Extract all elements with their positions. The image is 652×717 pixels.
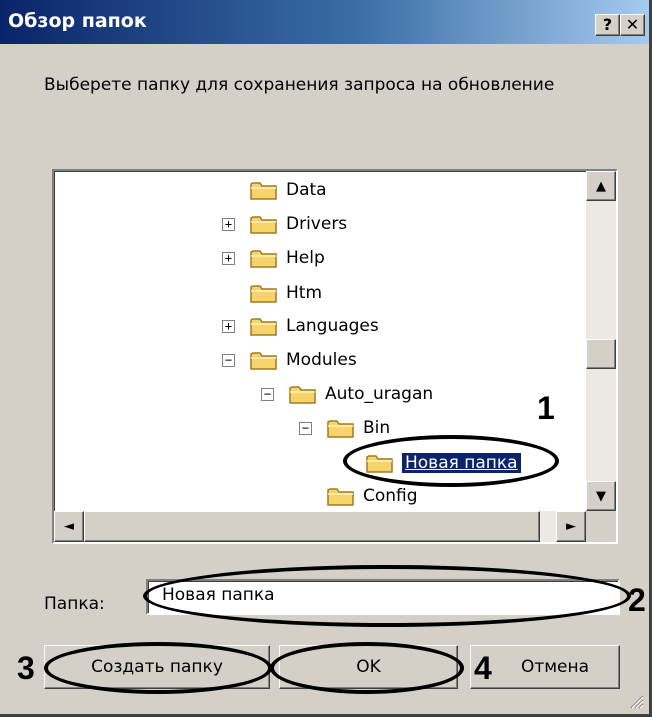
folder-icon [250, 216, 277, 234]
tree-item-languages[interactable]: Languages [250, 311, 379, 341]
instruction-text: Выберете папку для сохранения запроса на… [44, 75, 555, 95]
tree-item-label: Data [286, 180, 327, 200]
horizontal-scrollbar[interactable]: ◄ ► [54, 511, 586, 542]
callout-number-4: 4 [474, 650, 492, 686]
tree-item-htm[interactable]: Htm [250, 278, 322, 308]
tree-item-label: Htm [286, 283, 323, 303]
folder-icon [250, 318, 277, 336]
folder-icon [250, 250, 277, 268]
scroll-down-button[interactable]: ▼ [586, 481, 616, 511]
tree-item-drivers[interactable]: Drivers [250, 209, 347, 239]
help-button[interactable]: ? [595, 14, 620, 36]
resize-grip-icon[interactable] [628, 693, 644, 709]
folder-icon [327, 488, 354, 506]
tree-item-modules[interactable]: Modules [250, 345, 357, 375]
expand-icon[interactable]: + [222, 320, 235, 333]
cancel-button[interactable]: Отмена [470, 645, 620, 689]
tree-item-data[interactable]: Data [250, 175, 327, 205]
collapse-icon[interactable]: − [261, 388, 274, 401]
selected-item-label: Новая папка [402, 453, 521, 473]
tree-item-config[interactable]: Config [327, 481, 418, 511]
scrollbar-corner [586, 511, 616, 542]
title-bar: Обзор папок ? ✕ [0, 0, 649, 44]
scroll-left-button[interactable]: ◄ [54, 511, 84, 542]
tree-item-label: Config [363, 486, 418, 506]
vertical-scrollbar[interactable]: ▲ ▼ [586, 171, 616, 511]
callout-number-2: 2 [628, 582, 646, 618]
vertical-scroll-thumb[interactable] [586, 339, 616, 369]
folder-icon [250, 285, 277, 303]
close-button[interactable]: ✕ [620, 14, 645, 36]
folder-name-field[interactable]: Новая папка [146, 579, 620, 615]
expand-icon[interactable]: + [222, 218, 235, 231]
folder-icon [250, 182, 277, 200]
scroll-up-button[interactable]: ▲ [586, 171, 616, 201]
tree-item-help[interactable]: Help [250, 243, 325, 273]
callout-number-1: 1 [537, 390, 555, 426]
collapse-icon[interactable]: − [222, 354, 235, 367]
tree-item-auto-uragan[interactable]: Auto_uragan [289, 379, 433, 409]
folder-field-label: Папка: [44, 594, 105, 614]
tree-item-label: Help [286, 248, 325, 268]
callout-number-3: 3 [17, 650, 35, 686]
folder-icon [250, 352, 277, 370]
expand-icon[interactable]: + [222, 252, 235, 265]
collapse-icon[interactable]: − [299, 422, 312, 435]
folder-icon [366, 455, 393, 473]
tree-item-label: Auto_uragan [325, 384, 434, 404]
tree-item-new-folder[interactable]: Новая папка [366, 448, 521, 478]
folder-browser-dialog: Обзор папок ? ✕ Выберете папку для сохра… [0, 0, 652, 717]
tree-item-label: Drivers [286, 214, 348, 234]
dialog-title: Обзор папок [8, 10, 147, 32]
folder-open-icon [327, 420, 354, 438]
scroll-right-button[interactable]: ► [556, 511, 586, 542]
create-folder-button[interactable]: Создать папку [44, 645, 270, 689]
folder-icon [289, 386, 316, 404]
tree-item-label: Modules [286, 350, 357, 370]
tree-item-bin[interactable]: Bin [327, 413, 390, 443]
horizontal-scroll-thumb[interactable] [84, 511, 540, 542]
tree-item-label: Bin [363, 418, 391, 438]
tree-item-label: Languages [286, 316, 379, 336]
ok-button[interactable]: OK [279, 645, 458, 689]
